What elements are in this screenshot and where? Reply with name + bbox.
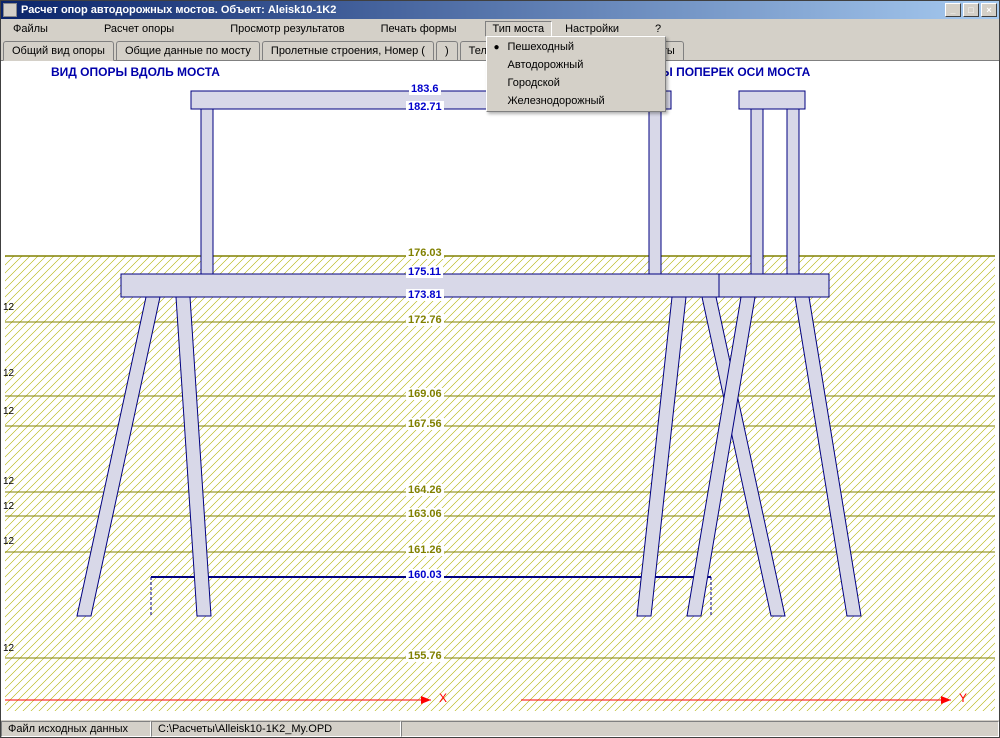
axis-y-label: Y xyxy=(959,691,967,705)
elev-155: 155.76 xyxy=(406,650,444,662)
elev-164: 164.26 xyxy=(406,484,444,496)
tick-3: 12 xyxy=(3,406,14,417)
tick-6: 12 xyxy=(3,536,14,547)
elev-176: 176.03 xyxy=(406,247,444,259)
window-title: Расчет опор автодорожных мостов. Объект:… xyxy=(21,4,945,16)
tab-close-paren[interactable]: ) xyxy=(436,41,458,60)
close-button[interactable]: × xyxy=(981,3,997,17)
titlebar[interactable]: Расчет опор автодорожных мостов. Объект:… xyxy=(1,1,999,19)
statusbar: Файл исходных данных C:\Расчеты\Alleisk1… xyxy=(1,719,999,737)
elev-183: 183.6 xyxy=(409,83,441,95)
tick-2: 12 xyxy=(3,368,14,379)
menu-results[interactable]: Просмотр результатов xyxy=(222,21,352,37)
menu-print[interactable]: Печать формы xyxy=(373,21,465,37)
tick-5: 12 xyxy=(3,501,14,512)
type-city[interactable]: Городской xyxy=(488,74,664,92)
app-icon xyxy=(3,3,17,17)
elev-160: 160.03 xyxy=(406,569,444,581)
axis-x-label: X xyxy=(439,691,447,705)
status-label: Файл исходных данных xyxy=(1,721,151,737)
elev-163: 163.06 xyxy=(406,508,444,520)
elev-169: 169.06 xyxy=(406,388,444,400)
elev-167: 167.56 xyxy=(406,418,444,430)
drawing-canvas: ВИД ОПОРЫ ВДОЛЬ МОСТА Ы ПОПЕРЕК ОСИ МОСТ… xyxy=(1,60,999,719)
menubar: Файлы Расчет опоры Просмотр результатов … xyxy=(1,19,999,38)
status-empty xyxy=(401,721,999,737)
tick-7: 12 xyxy=(3,643,14,654)
tick-4: 12 xyxy=(3,476,14,487)
menu-help[interactable]: ? xyxy=(647,21,669,37)
maximize-button[interactable]: □ xyxy=(963,3,979,17)
type-road[interactable]: Автодорожный xyxy=(488,56,664,74)
type-rail[interactable]: Железнодорожный xyxy=(488,92,664,110)
elev-175: 175.11 xyxy=(406,266,443,278)
menu-calc[interactable]: Расчет опоры xyxy=(96,21,182,37)
tab-general-view[interactable]: Общий вид опоры xyxy=(3,41,114,61)
menu-files[interactable]: Файлы xyxy=(5,21,56,37)
elev-172: 172.76 xyxy=(406,314,444,326)
menu-bridge-type-label: Тип моста xyxy=(493,23,545,35)
tab-bridge-data[interactable]: Общие данные по мосту xyxy=(116,41,260,60)
bridge-svg xyxy=(1,61,999,719)
status-path: C:\Расчеты\Alleisk10-1K2_My.OPD xyxy=(151,721,401,737)
type-pedestrian[interactable]: ● Пешеходный xyxy=(488,38,664,56)
tick-1: 12 xyxy=(3,302,14,313)
bridge-type-dropdown: ● Пешеходный Автодорожный Городской Желе… xyxy=(486,36,666,112)
tab-spans[interactable]: Пролетные строения, Номер ( xyxy=(262,41,434,60)
bullet-icon: ● xyxy=(494,42,500,53)
menu-settings[interactable]: Настройки xyxy=(557,21,627,37)
minimize-button[interactable]: _ xyxy=(945,3,961,17)
elev-173: 173.81 xyxy=(406,289,444,301)
elev-161: 161.26 xyxy=(406,544,444,556)
menu-bridge-type[interactable]: Тип моста ● Пешеходный Автодорожный Горо… xyxy=(485,21,553,37)
elev-182: 182.71 xyxy=(406,101,444,113)
